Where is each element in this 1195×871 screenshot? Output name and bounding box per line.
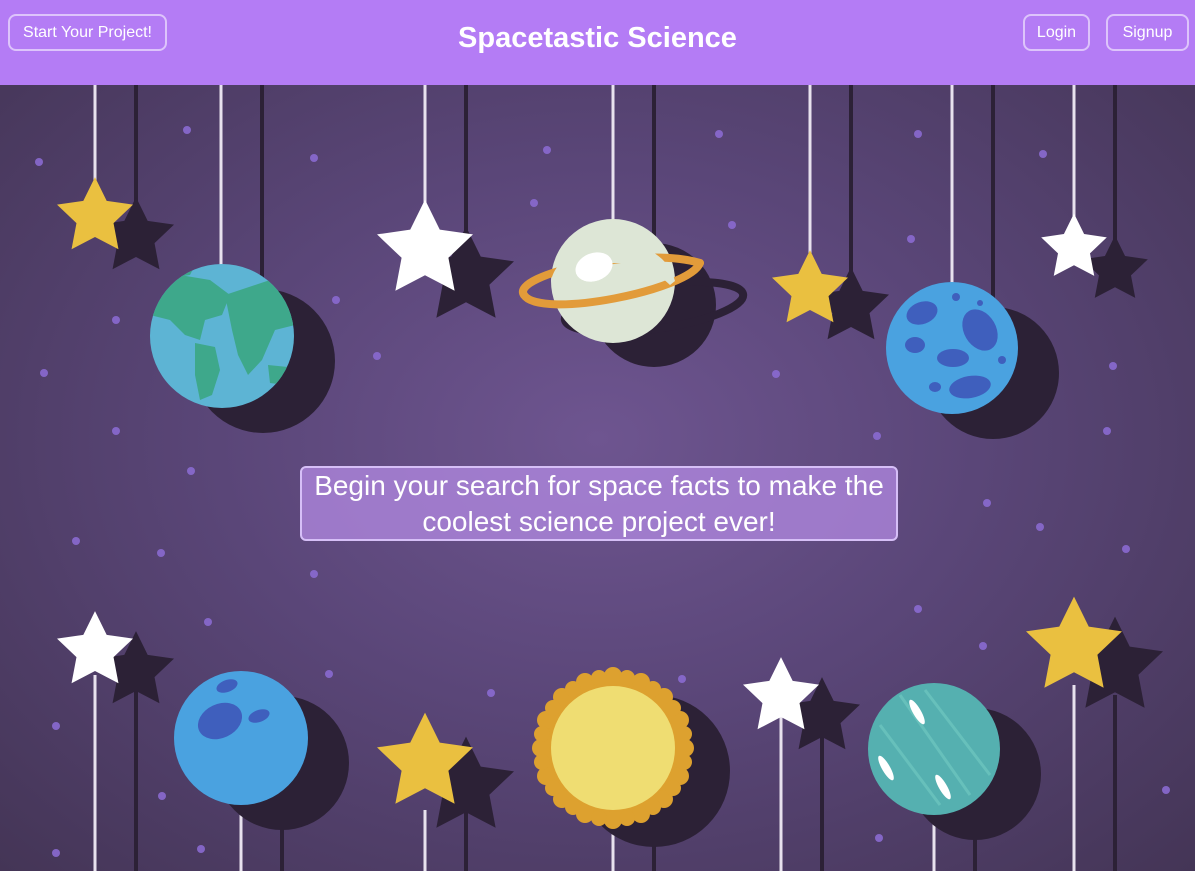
- blue-planet-icon: [174, 671, 308, 805]
- teal-planet-icon: [868, 683, 1000, 815]
- site-title: Spacetastic Science: [458, 22, 737, 54]
- hero-message-text: Begin your search for space facts to mak…: [314, 469, 884, 537]
- signup-button[interactable]: Signup: [1106, 14, 1189, 51]
- hero-message: Begin your search for space facts to mak…: [300, 466, 898, 541]
- sun-icon: [532, 667, 694, 829]
- login-button[interactable]: Login: [1023, 14, 1090, 51]
- site-header: Start Your Project! Spacetastic Science …: [0, 0, 1195, 85]
- blue-planet-icon: [886, 282, 1018, 414]
